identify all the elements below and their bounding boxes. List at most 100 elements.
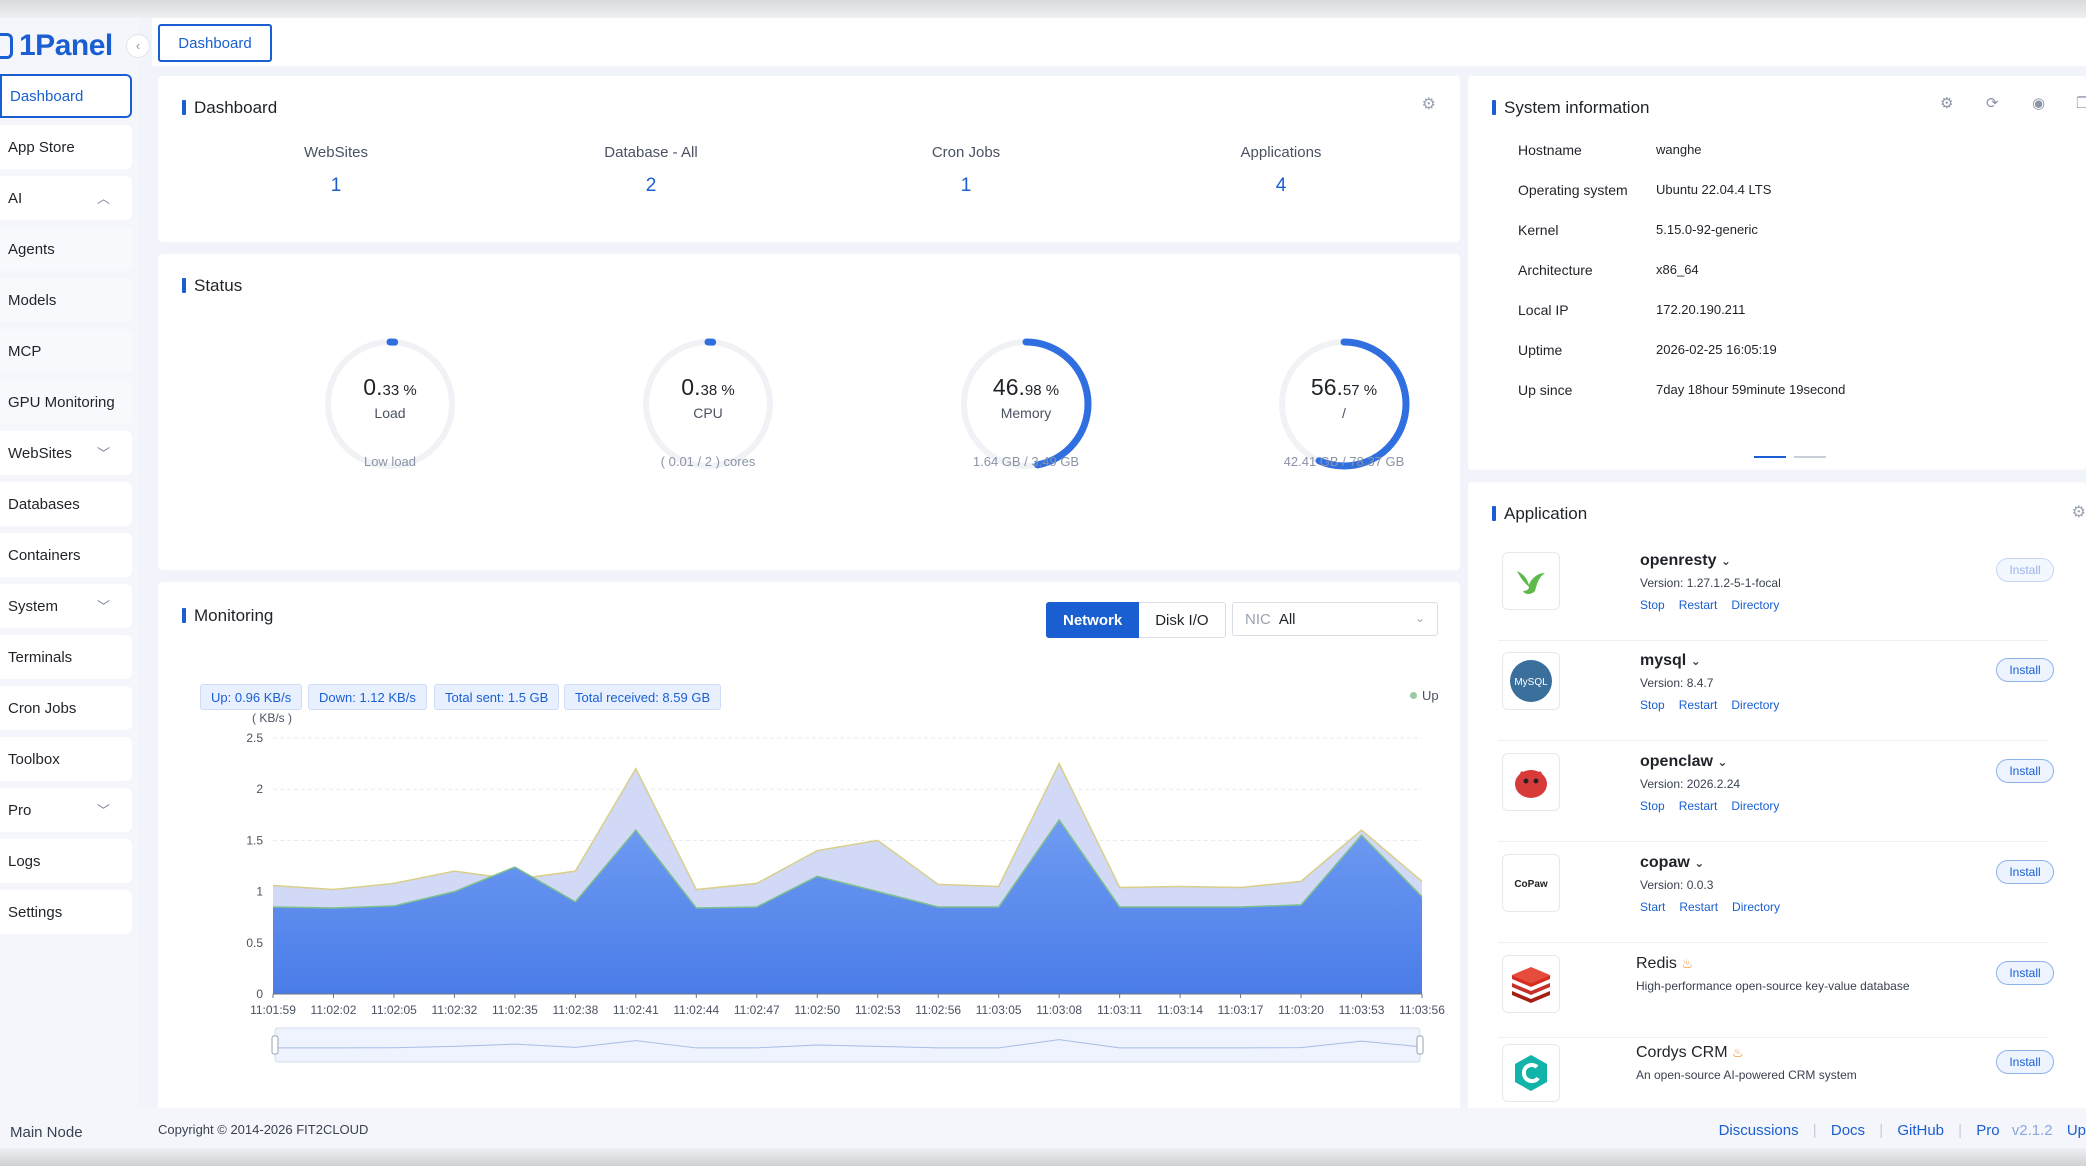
link-discussions[interactable]: Discussions xyxy=(1719,1122,1799,1139)
gauge-load: 0.33 % Load xyxy=(320,334,460,474)
app-link-stop[interactable]: Stop xyxy=(1640,698,1665,712)
sidebar-item-label: Containers xyxy=(8,546,81,564)
app-item[interactable]: MySQL mysql ⌄ Version: 8.4.7 Stop Restart Dir… xyxy=(1502,652,2062,748)
settings-gear-icon[interactable]: ⚙ xyxy=(1422,94,1436,114)
copaw-icon[interactable]: CoPaw xyxy=(1502,854,1560,912)
app-link-directory[interactable]: Directory xyxy=(1732,900,1780,914)
app-name[interactable]: copaw ⌄ xyxy=(1640,854,1704,872)
sidebar-item-app-store[interactable]: App Store xyxy=(0,125,132,169)
app-link-restart[interactable]: Restart xyxy=(1679,598,1718,612)
app-link-stop[interactable]: Stop xyxy=(1640,799,1665,813)
stat-label: Applications xyxy=(1240,144,1322,161)
info-value: wanghe xyxy=(1656,142,1702,157)
app-link-restart[interactable]: Restart xyxy=(1679,698,1718,712)
gauge-center: 56.57 % / xyxy=(1274,374,1414,421)
system-info-card: System information ⚙ ⟳ ◉ ❐ Hostname wangh… xyxy=(1468,76,2086,470)
cordys-icon[interactable] xyxy=(1502,1044,1560,1102)
app-name[interactable]: Redis ♨ xyxy=(1636,955,1693,973)
app-link-restart[interactable]: Restart xyxy=(1679,799,1718,813)
app-name[interactable]: mysql ⌄ xyxy=(1640,652,1701,670)
app-item[interactable]: openclaw ⌄ Version: 2026.2.24 Stop Restart D… xyxy=(1502,753,2062,849)
zoom-handle-right[interactable] xyxy=(1416,1035,1424,1055)
sidebar-item-toolbox[interactable]: Toolbox xyxy=(0,737,132,781)
sidebar-item-label: WebSites xyxy=(8,444,72,462)
window-top-edge xyxy=(0,0,2086,18)
logo[interactable]: 1Panel xyxy=(0,26,113,66)
stat-value[interactable]: 2 xyxy=(551,175,751,197)
sidebar-item-cron-jobs[interactable]: Cron Jobs xyxy=(0,686,132,730)
app-link-directory[interactable]: Directory xyxy=(1731,799,1779,813)
pager-dot[interactable] xyxy=(1794,456,1826,458)
stat-value[interactable]: 1 xyxy=(866,175,1066,197)
install-button[interactable]: Install xyxy=(1996,558,2054,582)
network-chart: 0 0.5 1 1.5 2 2.5 ( KB/s ) 11:01:59 11:02:02 11:0… xyxy=(246,711,1445,1063)
app-link-directory[interactable]: Directory xyxy=(1731,598,1779,612)
sidebar-item-agents[interactable]: Agents xyxy=(0,227,132,271)
pager-dot-active[interactable] xyxy=(1754,456,1786,458)
sidebar-item-pro[interactable]: Pro ﹀ xyxy=(0,788,132,832)
stat-databases[interactable]: Database - All 2 xyxy=(551,144,751,197)
link-docs[interactable]: Docs xyxy=(1831,1122,1865,1139)
sidebar-item-system[interactable]: System ﹀ xyxy=(0,584,132,628)
settings-gear-icon[interactable]: ⚙ xyxy=(2072,502,2086,522)
link-github[interactable]: GitHub xyxy=(1897,1122,1944,1139)
app-link-directory[interactable]: Directory xyxy=(1731,698,1779,712)
link-update[interactable]: Up xyxy=(2067,1122,2086,1139)
sidebar-item-websites[interactable]: WebSites ﹀ xyxy=(0,431,132,475)
copyright: Copyright © 2014-2026 FIT2CLOUD xyxy=(158,1122,369,1137)
app-item[interactable]: CoPaw copaw ⌄ Version: 0.0.3 Start Restart Di… xyxy=(1502,854,2062,950)
y-tick-label: 2 xyxy=(256,782,263,796)
stat-websites[interactable]: WebSites 1 xyxy=(236,144,436,197)
logo-icon xyxy=(0,33,13,59)
install-button[interactable]: Install xyxy=(1996,759,2054,783)
sidebar-item-containers[interactable]: Containers xyxy=(0,533,132,577)
hummingbird-icon[interactable] xyxy=(1502,552,1560,610)
app-link-start[interactable]: Start xyxy=(1640,900,1665,914)
gauge-subtitle: Low load xyxy=(363,454,417,469)
sidebar-item-ai[interactable]: AI ︿ xyxy=(0,176,132,220)
app-name[interactable]: openresty ⌄ xyxy=(1640,552,1731,570)
info-key: Up since xyxy=(1518,382,1573,398)
openclaw-icon[interactable] xyxy=(1502,753,1560,811)
install-button[interactable]: Install xyxy=(1996,860,2054,884)
sidebar-item-databases[interactable]: Databases xyxy=(0,482,132,526)
refresh-icon[interactable]: ⟳ xyxy=(1986,94,1999,112)
app-name[interactable]: Cordys CRM ♨ xyxy=(1636,1044,1744,1062)
mysql-icon[interactable]: MySQL xyxy=(1502,652,1560,710)
tab-dashboard[interactable]: Dashboard xyxy=(158,24,272,62)
install-button[interactable]: Install xyxy=(1996,658,2054,682)
copy-icon[interactable]: ❐ xyxy=(2076,94,2086,112)
settings-icon[interactable]: ⚙ xyxy=(1940,94,1953,112)
sidebar-item-mcp[interactable]: MCP xyxy=(0,329,132,373)
sidebar-item-gpu-monitoring[interactable]: GPU Monitoring xyxy=(0,380,132,424)
link-pro[interactable]: Pro xyxy=(1976,1122,1999,1139)
sidebar-item-dashboard[interactable]: Dashboard xyxy=(0,74,132,118)
sidebar-item-settings[interactable]: Settings xyxy=(0,890,132,934)
redis-icon[interactable] xyxy=(1502,955,1560,1013)
install-button[interactable]: Install xyxy=(1996,961,2054,985)
zoom-slider[interactable] xyxy=(274,1027,1421,1063)
sidebar-item-label: Settings xyxy=(8,903,63,921)
zoom-handle-left[interactable] xyxy=(271,1035,279,1055)
stat-applications[interactable]: Applications 4 xyxy=(1181,144,1381,197)
sidebar-item-label: MCP xyxy=(8,342,42,360)
app-item[interactable]: openresty ⌄ Version: 1.27.1.2-5-1-focal St… xyxy=(1502,552,2062,648)
x-tick-label: 11:03:56 xyxy=(1399,1003,1445,1017)
collapse-sidebar-button[interactable]: ‹ xyxy=(126,34,150,58)
stat-cron-jobs[interactable]: Cron Jobs 1 xyxy=(866,144,1066,197)
eye-icon[interactable]: ◉ xyxy=(2032,94,2045,112)
status-card: Status 0.33 % Load Low load 0.38 % CPU( 0.01… xyxy=(158,254,1460,570)
app-link-stop[interactable]: Stop xyxy=(1640,598,1665,612)
sidebar-item-models[interactable]: Models xyxy=(0,278,132,322)
sidebar-item-logs[interactable]: Logs xyxy=(0,839,132,883)
install-button[interactable]: Install xyxy=(1996,1050,2054,1074)
stat-value[interactable]: 4 xyxy=(1181,175,1381,197)
main-node-label[interactable]: Main Node xyxy=(10,1124,83,1141)
sidebar-item-terminals[interactable]: Terminals xyxy=(0,635,132,679)
app-name[interactable]: openclaw ⌄ xyxy=(1640,753,1727,771)
stat-value[interactable]: 1 xyxy=(236,175,436,197)
info-value: Ubuntu 22.04.4 LTS xyxy=(1656,182,1772,197)
y-tick-label: 0 xyxy=(256,987,263,1001)
app-link-restart[interactable]: Restart xyxy=(1679,900,1718,914)
window-bottom-edge xyxy=(0,1148,2086,1166)
